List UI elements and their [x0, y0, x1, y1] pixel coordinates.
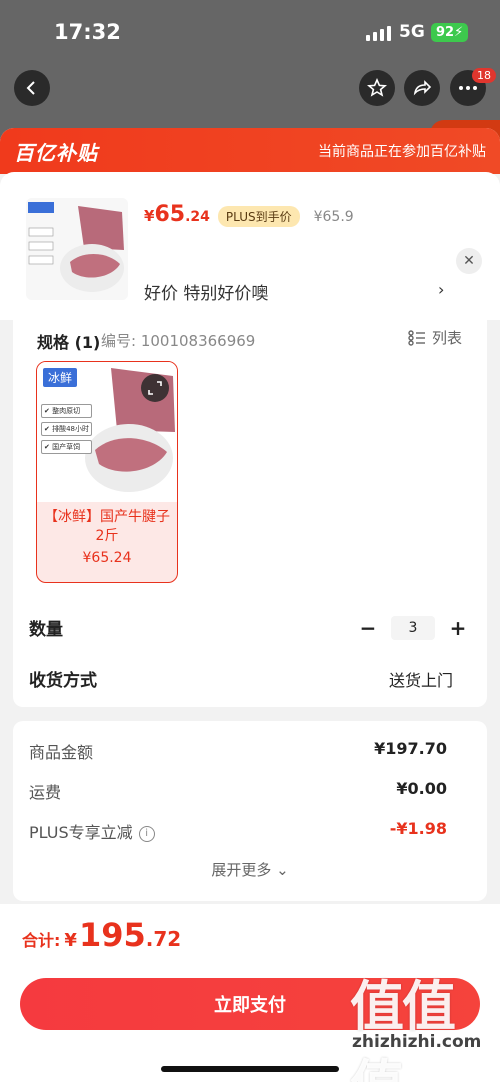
- quantity-row: 数量 − 3 +: [29, 615, 469, 640]
- plus-discount-value: -¥1.98: [389, 819, 447, 838]
- goods-amount-row: 商品金额 ¥197.70: [29, 739, 447, 763]
- plus-discount-label: PLUS专享立减: [29, 823, 133, 842]
- chevron-left-icon: [26, 81, 35, 95]
- price-decimal: .24: [185, 209, 210, 225]
- list-view-toggle[interactable]: 列表: [408, 327, 462, 348]
- chevron-down-icon: ⌄: [276, 861, 289, 879]
- sku-image: 冰鲜 ✔ 整肉原切 ✔ 排酸48小时 ✔ 国产草饲: [37, 362, 177, 502]
- more-icon: [459, 86, 477, 90]
- share-button[interactable]: [404, 70, 440, 106]
- plus-price-tag: PLUS到手价: [217, 206, 300, 227]
- price-slogan: 好价 特别好价噢: [144, 284, 269, 304]
- expand-more-button[interactable]: 展开更多 ⌄: [13, 859, 487, 880]
- expand-more-label: 展开更多: [211, 861, 272, 879]
- list-label: 列表: [432, 329, 463, 347]
- watermark: 值值值: [350, 975, 456, 1082]
- home-indicator[interactable]: [161, 1066, 339, 1072]
- sku-name: 【冰鲜】国产牛腱子 2斤: [44, 509, 170, 544]
- freight-label: 运费: [29, 783, 62, 802]
- increment-button[interactable]: +: [447, 616, 469, 640]
- sku-price: ¥65.24: [82, 550, 132, 566]
- fresh-tag: 冰鲜: [43, 368, 78, 387]
- feature-checklist: ✔ 整肉原切 ✔ 排酸48小时 ✔ 国产草饲: [41, 404, 92, 454]
- quantity-input[interactable]: 3: [391, 615, 435, 640]
- signal-icon: [366, 26, 391, 41]
- total-integer: 195: [78, 916, 146, 954]
- subsidy-logo: 百亿补贴: [14, 140, 98, 165]
- notification-badge: 18: [472, 68, 496, 83]
- product-summary: ¥65.24 PLUS到手价 ¥65.9 ✕ 好价 特别好价噢 ›: [0, 172, 500, 320]
- quantity-stepper: − 3 +: [357, 615, 469, 640]
- share-icon: [413, 80, 432, 96]
- checkout-footer: 合计: ¥ 195 .72 立即支付 值值值 zhizhizhi.com: [0, 904, 500, 1082]
- goods-amount-value: ¥197.70: [374, 739, 447, 758]
- price-integer: 65: [154, 202, 186, 227]
- current-price: ¥65.24: [144, 202, 210, 227]
- shipping-value: 送货上门: [388, 670, 453, 690]
- goods-amount-label: 商品金额: [29, 743, 94, 762]
- plus-discount-label-wrap: PLUS专享立减 i: [29, 819, 155, 843]
- plus-discount-row: PLUS专享立减 i -¥1.98: [29, 819, 447, 843]
- total-decimal: .72: [145, 927, 182, 951]
- list-icon: [408, 329, 425, 346]
- freight-row: 运费 ¥0.00: [29, 779, 447, 803]
- decrement-button[interactable]: −: [357, 616, 379, 640]
- total-symbol: ¥: [64, 930, 77, 951]
- chevron-right-icon[interactable]: ›: [438, 280, 444, 299]
- check-item: ✔ 排酸48小时: [41, 422, 92, 436]
- spec-title: 规格 (1): [37, 333, 101, 352]
- close-button[interactable]: ✕: [456, 248, 482, 274]
- battery-level: 92: [436, 25, 455, 40]
- check-item: ✔ 整肉原切: [41, 404, 92, 418]
- subsidy-header: 百亿补贴 当前商品正在参加百亿补贴: [0, 128, 500, 174]
- product-thumbnail: [26, 198, 128, 300]
- network-type: 5G: [399, 22, 425, 42]
- zoom-icon[interactable]: [141, 374, 169, 402]
- close-icon: ✕: [463, 253, 475, 269]
- meat-image: [26, 198, 128, 300]
- status-bar: 17:32 5G 92⚡: [0, 0, 500, 64]
- favorite-button[interactable]: [359, 70, 395, 106]
- battery-icon: 92⚡: [431, 23, 469, 42]
- info-icon[interactable]: i: [138, 825, 155, 842]
- quantity-label: 数量: [29, 620, 63, 640]
- purchase-sheet: 百亿补贴 当前商品正在参加百亿补贴 ¥65.24 PLUS到手价 ¥65.9 ✕…: [0, 128, 500, 1082]
- watermark-url: zhizhizhi.com: [352, 1032, 482, 1052]
- subsidy-note: 当前商品正在参加百亿补贴: [318, 144, 486, 160]
- total-label: 合计:: [22, 931, 61, 950]
- check-item: ✔ 国产草饲: [41, 440, 92, 454]
- sku-option-selected[interactable]: 冰鲜 ✔ 整肉原切 ✔ 排酸48小时 ✔ 国产草饲 【冰鲜】国产牛腱子 2斤 ¥…: [36, 361, 178, 583]
- price-row: ¥65.24 PLUS到手价 ¥65.9: [144, 202, 354, 227]
- order-total: 合计: ¥ 195 .72: [22, 916, 181, 954]
- status-time: 17:32: [54, 20, 121, 44]
- shipping-label: 收货方式: [29, 671, 97, 691]
- price-breakdown: 商品金额 ¥197.70 运费 ¥0.00 PLUS专享立减 i -¥1.98 展…: [13, 721, 487, 901]
- star-icon: [367, 78, 387, 97]
- price-symbol: ¥: [144, 207, 155, 225]
- back-button[interactable]: [14, 70, 50, 106]
- freight-value: ¥0.00: [396, 779, 447, 798]
- original-price: ¥65.9: [313, 209, 354, 225]
- spec-section: 规格 (1) 编号: 100108366969 列表 冰鲜 ✔ 整肉原切 ✔ 排…: [13, 319, 487, 707]
- shipping-row[interactable]: 收货方式 送货上门: [29, 666, 469, 692]
- product-code: 编号: 100108366969: [101, 332, 256, 350]
